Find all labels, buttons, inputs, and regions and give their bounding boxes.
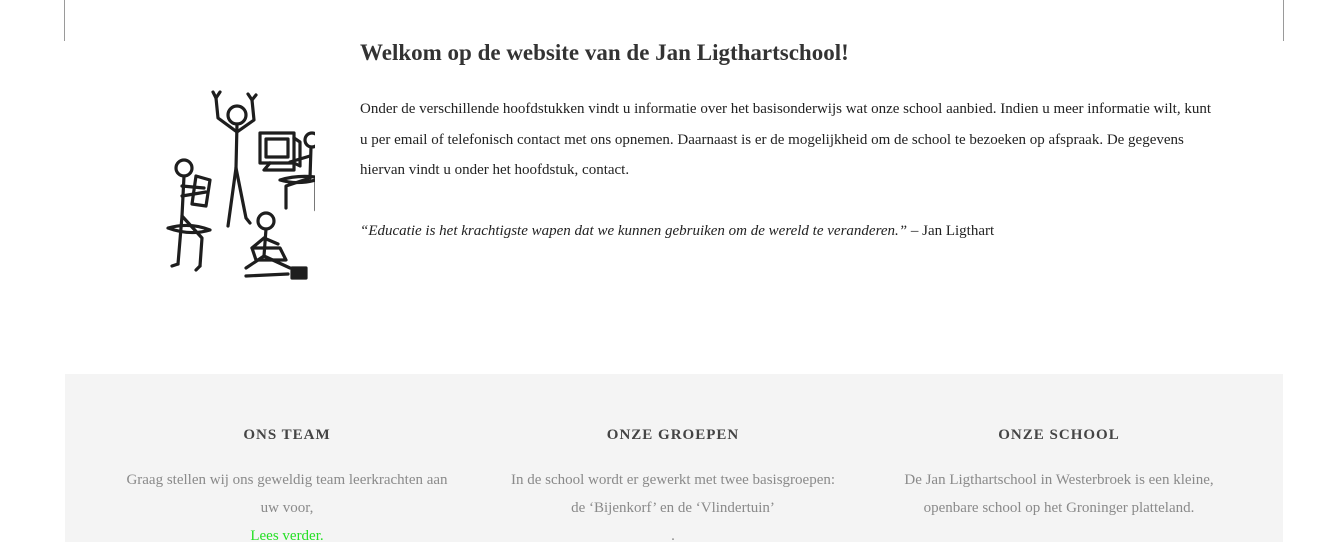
team-read-more-link[interactable]: Lees verder. xyxy=(250,528,323,542)
content-border-right xyxy=(1283,0,1284,41)
school-illustration xyxy=(166,90,315,280)
intro-section: Welkom op de website van de Jan Ligthart… xyxy=(360,38,1220,246)
groups-column: ONZE GROEPEN In de school wordt er gewer… xyxy=(508,424,838,542)
groups-text: In de school wordt er gewerkt met twee b… xyxy=(510,472,836,516)
quote-author: – Jan Ligthart xyxy=(907,222,995,239)
groups-heading: ONZE GROEPEN xyxy=(606,427,740,443)
team-heading: ONS TEAM xyxy=(243,427,331,443)
team-column: ONS TEAM Graag stellen wij ons geweldig … xyxy=(122,424,452,542)
school-heading: ONZE SCHOOL xyxy=(998,427,1120,443)
quote: “Educatie is het krachtigste wapen dat w… xyxy=(360,216,1220,247)
quote-text: “Educatie is het krachtigste wapen dat w… xyxy=(360,222,908,239)
school-column: ONZE SCHOOL De Jan Ligthartschool in Wes… xyxy=(894,424,1224,522)
features-band: ONS TEAM Graag stellen wij ons geweldig … xyxy=(65,374,1283,542)
content-border-left xyxy=(64,0,65,41)
groups-more: . xyxy=(671,528,675,542)
page: Welkom op de website van de Jan Ligthart… xyxy=(0,0,1339,542)
page-title: Welkom op de website van de Jan Ligthart… xyxy=(360,40,849,65)
school-text: De Jan Ligthartschool in Westerbroek is … xyxy=(904,472,1214,516)
intro-text: Onder de verschillende hoofdstukken vind… xyxy=(360,101,1212,178)
team-text: Graag stellen wij ons geweldig team leer… xyxy=(126,472,448,516)
